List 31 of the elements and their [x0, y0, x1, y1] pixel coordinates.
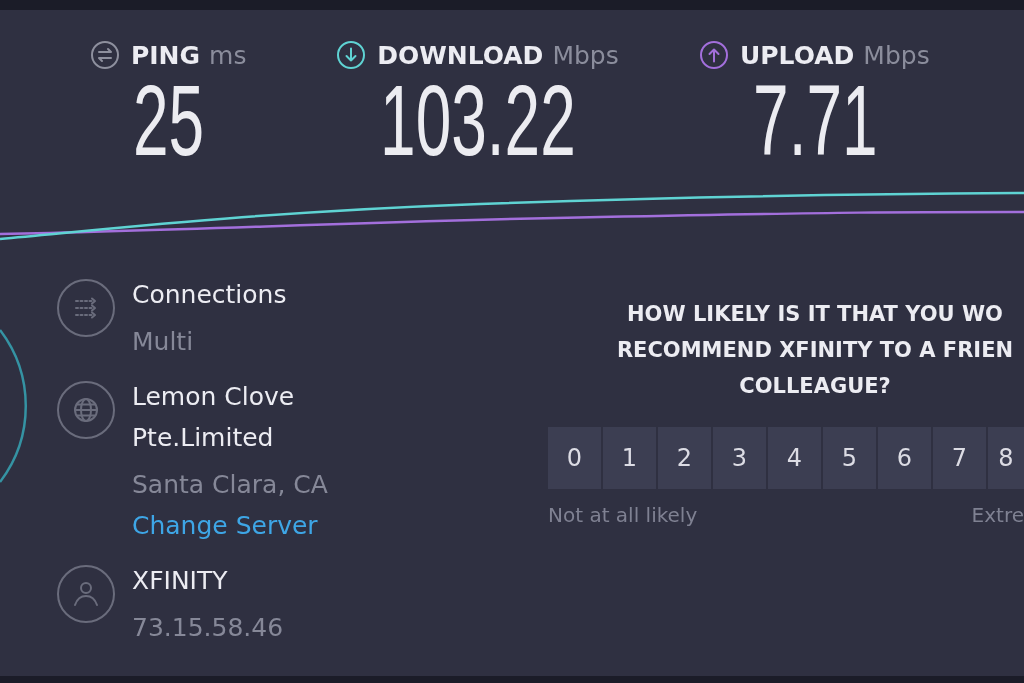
metric-label: UPLOAD [740, 40, 855, 70]
detail-title: Lemon Clove Pte.Limited [132, 381, 296, 454]
rating-button[interactable]: 1 [603, 427, 656, 489]
metric-value: 25 [133, 70, 205, 170]
scale-low-label: Not at all likely [548, 503, 698, 527]
dotted-arrows-icon [57, 279, 115, 337]
rating-button[interactable]: 8 [988, 427, 1024, 489]
rating-button[interactable]: 4 [768, 427, 821, 489]
detail-title: Connections [132, 279, 287, 311]
rating-button[interactable]: 0 [548, 427, 601, 489]
rating-button[interactable]: 6 [878, 427, 931, 489]
rating-button[interactable]: 7 [933, 427, 986, 489]
detail-text: 73.15.58.46 [132, 612, 284, 644]
scale-high-label: Extre [971, 503, 1024, 527]
metric-unit: ms [209, 40, 247, 70]
metric-value: 7.71 [752, 70, 878, 170]
metric-label: DOWNLOAD [377, 40, 544, 70]
metric-value: 103.22 [380, 70, 576, 170]
rating-button[interactable]: 3 [713, 427, 766, 489]
metric-label: PING [131, 40, 201, 70]
detail-text: Multi [132, 326, 194, 358]
rating-button[interactable]: 5 [823, 427, 876, 489]
change-server-link[interactable]: Change Server [132, 505, 318, 546]
detail-text: Santa Clara, CA [132, 469, 328, 501]
metric-unit: Mbps [552, 40, 619, 70]
survey-question: HOW LIKELY IS IT THAT YOU WO RECOMMEND XFINITY TO A FRIEN COLLEAGUE? [615, 301, 1015, 400]
globe-icon [57, 381, 115, 439]
detail-title: XFINITY [132, 565, 228, 597]
metric-unit: Mbps [863, 40, 930, 70]
user-icon [57, 565, 115, 623]
rating-button[interactable]: 2 [658, 427, 711, 489]
